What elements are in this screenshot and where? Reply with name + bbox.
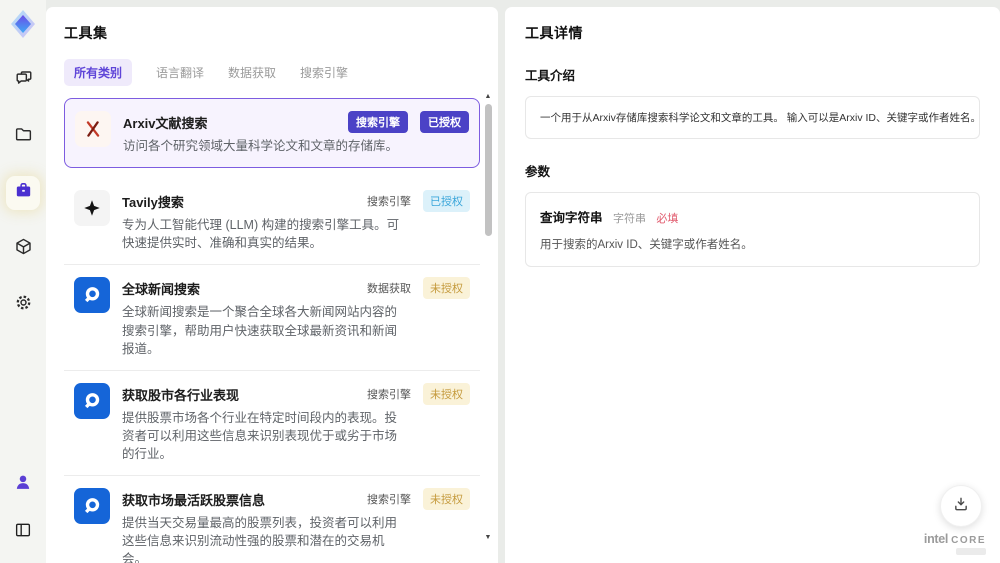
intel-core-logo: intel CORE [924,532,986,546]
auth-status-badge: 未授权 [423,382,470,405]
tool-icon [74,190,110,227]
category-badge: 搜索引擎 [348,111,408,133]
intel-logo-subbadge [956,548,986,555]
tool-icon [74,277,110,314]
intel-logo-text: intel [923,532,949,546]
sidebar-item-panel-toggle[interactable] [6,515,40,549]
layout-icon [13,520,33,545]
sidebar-item-files[interactable] [6,120,40,154]
params-heading: 参数 [525,165,551,179]
magnifier-icon [84,498,100,514]
param-header: 查询字符串 字符串 必填 [540,207,965,227]
sidebar-item-settings[interactable] [6,288,40,322]
tool-icon [75,111,111,147]
download-icon [951,494,971,519]
sidebar-item-chat[interactable] [6,64,40,98]
tool-description: 提供股票市场各个行业在特定时间段内的表现。投资者可以利用这些信息来识别表现优于或… [122,410,398,461]
scrollbar-thumb[interactable] [484,104,492,236]
tool-card[interactable]: 获取股市各行业表现 搜索引擎 未授权 提供股票市场各个行业在特定时间段内的表现。… [64,370,480,477]
tool-title: 获取股市各行业表现 [122,387,240,403]
tool-title: Arxiv文献搜索 [123,116,208,131]
category-badge: 数据获取 [367,283,411,296]
tool-body: Tavily搜索 搜索引擎 已授权 专为人工智能代理 (LLM) 构建的搜索引擎… [122,190,470,252]
tab-search-engine[interactable]: 搜索引擎 [300,59,348,86]
tab-all-categories[interactable]: 所有类别 [64,59,133,86]
tools-panel-title: 工具集 [64,25,108,41]
tool-card[interactable]: Arxiv文献搜索 搜索引擎 已授权 访问各个研究领域大量科学论文和文章的存储库… [64,98,480,169]
package-icon [13,236,34,262]
tool-card[interactable]: Tavily搜索 搜索引擎 已授权 专为人工智能代理 (LLM) 构建的搜索引擎… [64,178,480,266]
tool-body: 获取股市各行业表现 搜索引擎 未授权 提供股票市场各个行业在特定时间段内的表现。… [122,382,470,463]
tab-language-translation[interactable]: 语言翻译 [156,59,204,86]
tool-list: Arxiv文献搜索 搜索引擎 已授权 访问各个研究领域大量科学论文和文章的存储库… [64,98,480,563]
corner-widgets: intel CORE [924,485,986,555]
sidebar-item-toolbox[interactable] [6,176,40,210]
tool-badges: 搜索引擎 未授权 [367,382,470,405]
tool-title: Tavily搜索 [122,195,184,211]
app-sidebar [0,0,46,563]
tool-body: 获取市场最活跃股票信息 搜索引擎 未授权 提供当天交易量最高的股票列表，投资者可… [122,488,470,563]
param-description: 用于搜索的Arxiv ID、关键字或作者姓名。 [540,239,753,251]
tool-icon [74,488,110,525]
category-badge: 搜索引擎 [367,196,411,209]
core-logo-text: CORE [951,535,986,546]
magnifier-icon [84,287,100,303]
tool-description: 专为人工智能代理 (LLM) 构建的搜索引擎工具。可快速提供实时、准确和真实的结… [122,218,400,251]
category-badge: 搜索引擎 [367,494,411,507]
tool-title: 获取市场最活跃股票信息 [122,493,266,509]
details-panel-title: 工具详情 [525,25,583,41]
arxiv-icon [86,121,100,137]
app-logo [7,8,39,40]
scroll-up-icon[interactable]: ▲ [485,93,492,100]
toolbox-icon [13,180,34,206]
tool-badges: 数据获取 未授权 [367,277,470,300]
tool-badges: 搜索引擎 未授权 [367,488,470,511]
param-box: 查询字符串 字符串 必填 用于搜索的Arxiv ID、关键字或作者姓名。 [525,192,980,267]
sidebar-bottom-nav [6,467,40,549]
magnifier-icon [84,392,100,408]
tool-card[interactable]: 获取市场最活跃股票信息 搜索引擎 未授权 提供当天交易量最高的股票列表，投资者可… [64,476,480,563]
intro-heading: 工具介绍 [525,69,576,83]
category-tabs: 所有类别 语言翻译 数据获取 搜索引擎 [64,59,480,86]
tool-description: 提供当天交易量最高的股票列表，投资者可以利用这些信息来识别流动性强的股票和潜在的… [122,516,398,563]
tool-details-panel: 工具详情 工具介绍 一个用于从Arxiv存储库搜索科学论文和文章的工具。 输入可… [505,7,1000,563]
four-point-star-icon [84,200,100,216]
auth-status-badge: 已授权 [423,190,470,213]
tab-data-acquisition[interactable]: 数据获取 [228,59,276,86]
tool-card[interactable]: 全球新闻搜索 数据获取 未授权 全球新闻搜索是一个聚合全球各大新闻网站内容的搜索… [64,265,480,371]
param-type: 字符串 [612,213,646,225]
chat-icon [13,68,34,94]
auth-status-badge: 未授权 [423,277,470,300]
folder-icon [13,124,34,150]
scroll-down-icon[interactable]: ▼ [485,534,492,541]
auth-status-badge: 未授权 [423,488,470,511]
sidebar-nav [6,64,40,322]
download-button[interactable] [940,485,982,527]
category-badge: 搜索引擎 [367,388,411,401]
auth-status-badge: 已授权 [420,111,469,133]
tool-description: 访问各个研究领域大量科学论文和文章的存储库。 [123,139,399,153]
tool-badges: 搜索引擎 已授权 [348,111,469,133]
tool-description: 全球新闻搜索是一个聚合全球各大新闻网站内容的搜索引擎，帮助用户快速获取全球最新资… [122,305,398,356]
sidebar-item-profile[interactable] [6,467,40,501]
param-name: 查询字符串 [540,211,603,225]
tool-icon [74,382,110,419]
gear-icon [13,292,34,318]
intro-box: 一个用于从Arxiv存储库搜索科学论文和文章的工具。 输入可以是Arxiv ID… [525,96,980,139]
tool-title: 全球新闻搜索 [122,282,201,298]
param-required-badge: 必填 [656,213,679,225]
scrollbar: ▲ ▼ [482,93,494,557]
user-icon [13,472,33,497]
tool-body: Arxiv文献搜索 搜索引擎 已授权 访问各个研究领域大量科学论文和文章的存储库… [123,111,469,155]
tool-badges: 搜索引擎 已授权 [367,190,470,213]
tools-panel: 工具集 所有类别 语言翻译 数据获取 搜索引擎 Arxiv文献搜索 搜索引擎 已… [46,7,498,563]
sidebar-item-package[interactable] [6,232,40,266]
tool-body: 全球新闻搜索 数据获取 未授权 全球新闻搜索是一个聚合全球各大新闻网站内容的搜索… [122,277,470,357]
